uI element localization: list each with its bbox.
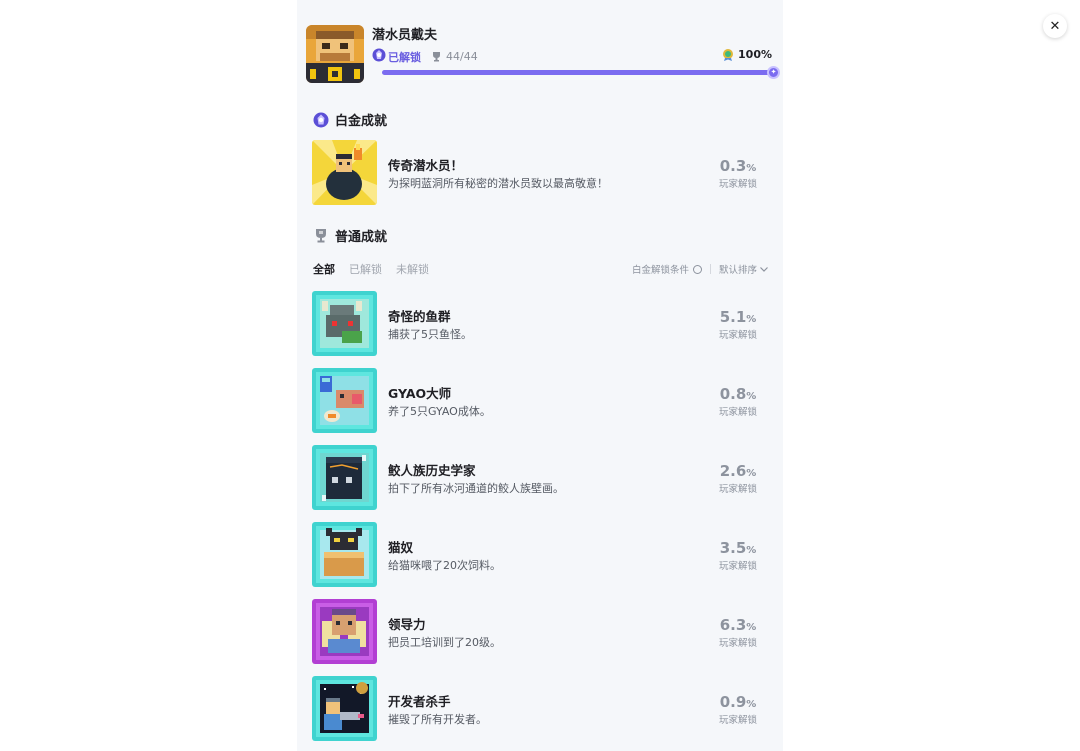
achievement-thumbnail bbox=[312, 291, 377, 356]
normal-section-label: 普通成就 bbox=[335, 230, 388, 245]
achievement-item[interactable]: GYAO大师 养了5只GYAO成体。 0.8% 玩家解锁 bbox=[312, 368, 767, 434]
achievement-rate: 5.1% 玩家解锁 bbox=[713, 307, 763, 341]
platinum-badge-icon bbox=[372, 48, 386, 65]
filter-bar: 全部 已解锁 未解锁 白金解锁条件 默认排序 bbox=[313, 261, 768, 277]
achievement-rate: 0.3% 玩家解锁 bbox=[713, 156, 763, 190]
rate-value: 0.9 bbox=[719, 693, 747, 711]
achievement-item[interactable]: 鲛人族历史学家 拍下了所有冰河通道的鲛人族壁画。 2.6% 玩家解锁 bbox=[312, 445, 767, 511]
achievement-item[interactable]: 猫奴 给猫咪喂了20次饲料。 3.5% 玩家解锁 bbox=[312, 522, 767, 588]
achievement-thumbnail bbox=[312, 368, 377, 433]
achievement-panel: 潜水员戴夫 已解锁 44/44 100% ✦ 白金成就 传奇潜水员！ 为探明蓝洞… bbox=[297, 0, 783, 751]
tab-locked[interactable]: 未解锁 bbox=[396, 261, 429, 277]
platinum-section-label: 白金成就 bbox=[335, 114, 388, 129]
achievement-name: 领导力 bbox=[388, 617, 426, 632]
achievement-name: GYAO大师 bbox=[388, 386, 452, 401]
trophy-icon bbox=[313, 228, 329, 244]
achievement-item[interactable]: 奇怪的鱼群 捕获了5只鱼怪。 5.1% 玩家解锁 bbox=[312, 291, 767, 357]
platinum-achievement-item[interactable]: 传奇潜水员！ 为探明蓝洞所有秘密的潜水员致以最高敬意！ 0.3% 玩家解锁 bbox=[312, 140, 767, 206]
platinum-condition-radio[interactable] bbox=[692, 264, 702, 274]
rate-label: 玩家解锁 bbox=[718, 330, 757, 341]
achievement-desc: 为探明蓝洞所有秘密的潜水员致以最高敬意！ bbox=[388, 177, 608, 190]
divider bbox=[709, 264, 711, 274]
achievement-desc: 给猫咪喂了20次饲料。 bbox=[388, 559, 501, 572]
game-title: 潜水员戴夫 bbox=[372, 28, 438, 43]
completion-percent-value: 100% bbox=[738, 48, 772, 61]
achievement-rate: 2.6% 玩家解锁 bbox=[713, 461, 763, 495]
rate-unit: % bbox=[746, 622, 757, 633]
medal-icon bbox=[722, 48, 734, 61]
game-cover-image bbox=[306, 25, 364, 83]
normal-section-title: 普通成就 bbox=[313, 226, 387, 245]
platinum-condition-label: 白金解锁条件 bbox=[631, 265, 689, 276]
achievement-thumbnail bbox=[312, 445, 377, 510]
achievement-name: 猫奴 bbox=[388, 540, 414, 555]
achievement-desc: 摧毁了所有开发者。 bbox=[388, 713, 487, 726]
rate-value: 0.8 bbox=[719, 385, 747, 403]
close-button[interactable]: ✕ bbox=[1043, 14, 1067, 38]
game-header: 潜水员戴夫 已解锁 44/44 100% ✦ bbox=[306, 23, 780, 83]
achievement-thumbnail bbox=[312, 599, 377, 664]
achievement-desc: 捕获了5只鱼怪。 bbox=[388, 328, 472, 341]
rate-unit: % bbox=[746, 545, 757, 556]
completion-percent: 100% bbox=[722, 48, 772, 61]
achievement-item[interactable]: 开发者杀手 摧毁了所有开发者。 0.9% 玩家解锁 bbox=[312, 676, 767, 742]
rate-unit: % bbox=[746, 391, 757, 402]
rate-value: 2.6 bbox=[719, 462, 747, 480]
achievement-name: 开发者杀手 bbox=[388, 694, 451, 709]
progress-bar: ✦ bbox=[382, 66, 780, 79]
achievement-rate: 3.5% 玩家解锁 bbox=[713, 538, 763, 572]
close-icon: ✕ bbox=[1049, 18, 1061, 34]
rate-value: 6.3 bbox=[719, 616, 747, 634]
progress-knob-icon: ✦ bbox=[767, 66, 780, 79]
platinum-section-title: 白金成就 bbox=[313, 110, 387, 129]
achievement-thumbnail bbox=[312, 676, 377, 741]
achievement-rate: 0.8% 玩家解锁 bbox=[713, 384, 763, 418]
chevron-down-icon bbox=[760, 264, 768, 275]
achievement-name: 传奇潜水员！ bbox=[388, 158, 464, 173]
trophy-count: 44/44 bbox=[446, 50, 478, 63]
rate-label: 玩家解锁 bbox=[718, 715, 757, 726]
rate-label: 玩家解锁 bbox=[718, 179, 757, 190]
rate-value: 0.3 bbox=[719, 157, 747, 175]
achievement-rate: 6.3% 玩家解锁 bbox=[713, 615, 763, 649]
rate-label: 玩家解锁 bbox=[718, 484, 757, 495]
achievement-thumbnail bbox=[312, 522, 377, 587]
platinum-badge-icon bbox=[313, 112, 329, 128]
rate-label: 玩家解锁 bbox=[718, 561, 757, 572]
achievement-rate: 0.9% 玩家解锁 bbox=[713, 692, 763, 726]
achievement-name: 鲛人族历史学家 bbox=[388, 463, 476, 478]
rate-value: 5.1 bbox=[719, 308, 747, 326]
rate-unit: % bbox=[746, 163, 757, 174]
rate-unit: % bbox=[746, 699, 757, 710]
unlock-label: 已解锁 bbox=[388, 50, 421, 64]
achievement-name: 奇怪的鱼群 bbox=[388, 309, 451, 324]
rate-unit: % bbox=[746, 468, 757, 479]
achievement-thumbnail bbox=[312, 140, 377, 205]
achievement-desc: 养了5只GYAO成体。 bbox=[388, 405, 491, 418]
rate-unit: % bbox=[746, 314, 757, 325]
achievement-item[interactable]: 领导力 把员工培训到了20级。 6.3% 玩家解锁 bbox=[312, 599, 767, 665]
achievement-desc: 拍下了所有冰河通道的鲛人族壁画。 bbox=[388, 482, 564, 495]
achievement-desc: 把员工培训到了20级。 bbox=[388, 636, 501, 649]
tab-unlocked[interactable]: 已解锁 bbox=[349, 261, 382, 277]
progress-fill bbox=[382, 70, 774, 75]
sort-dropdown[interactable]: 默认排序 bbox=[719, 262, 757, 276]
filter-options: 白金解锁条件 默认排序 bbox=[632, 262, 768, 276]
unlock-status: 已解锁 44/44 bbox=[372, 48, 478, 65]
rate-label: 玩家解锁 bbox=[718, 407, 757, 418]
trophy-icon bbox=[431, 51, 442, 62]
rate-label: 玩家解锁 bbox=[718, 638, 757, 649]
tab-all[interactable]: 全部 bbox=[313, 261, 335, 277]
rate-value: 3.5 bbox=[719, 539, 747, 557]
